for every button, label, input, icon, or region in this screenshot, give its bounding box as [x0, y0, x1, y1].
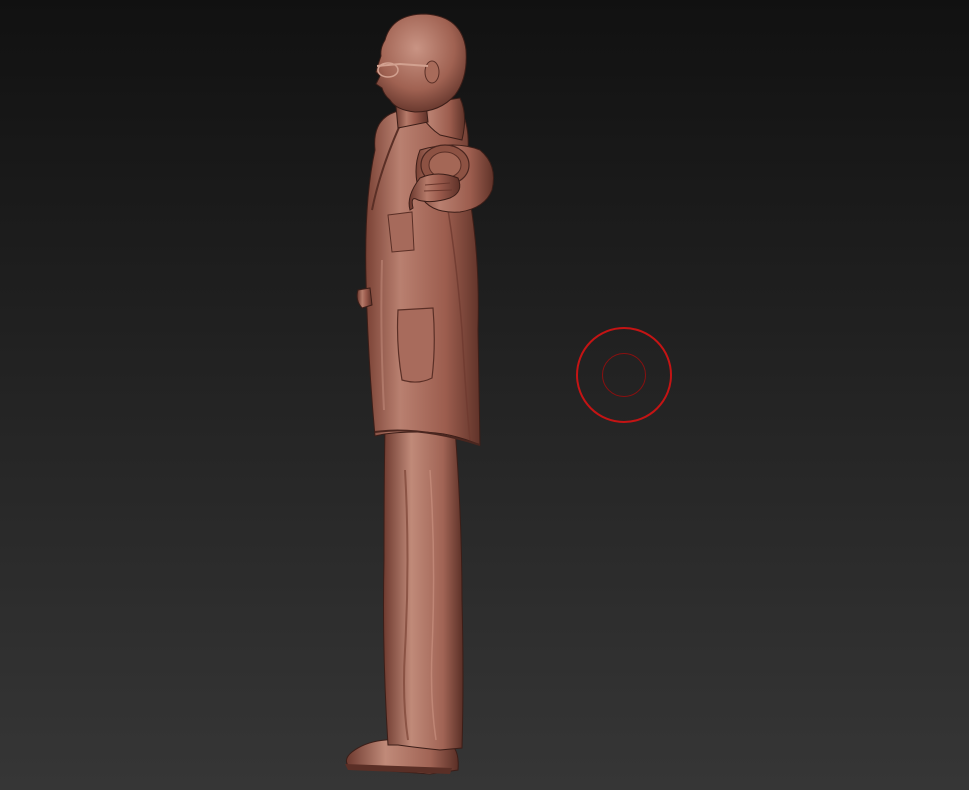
trousers [383, 427, 464, 751]
coat-pocket [396, 307, 435, 383]
brush-inner-ring [602, 353, 646, 397]
sculpt-model[interactable] [0, 0, 969, 790]
sculpt-viewport[interactable] [0, 0, 969, 790]
brush-circle-icon [576, 327, 672, 423]
